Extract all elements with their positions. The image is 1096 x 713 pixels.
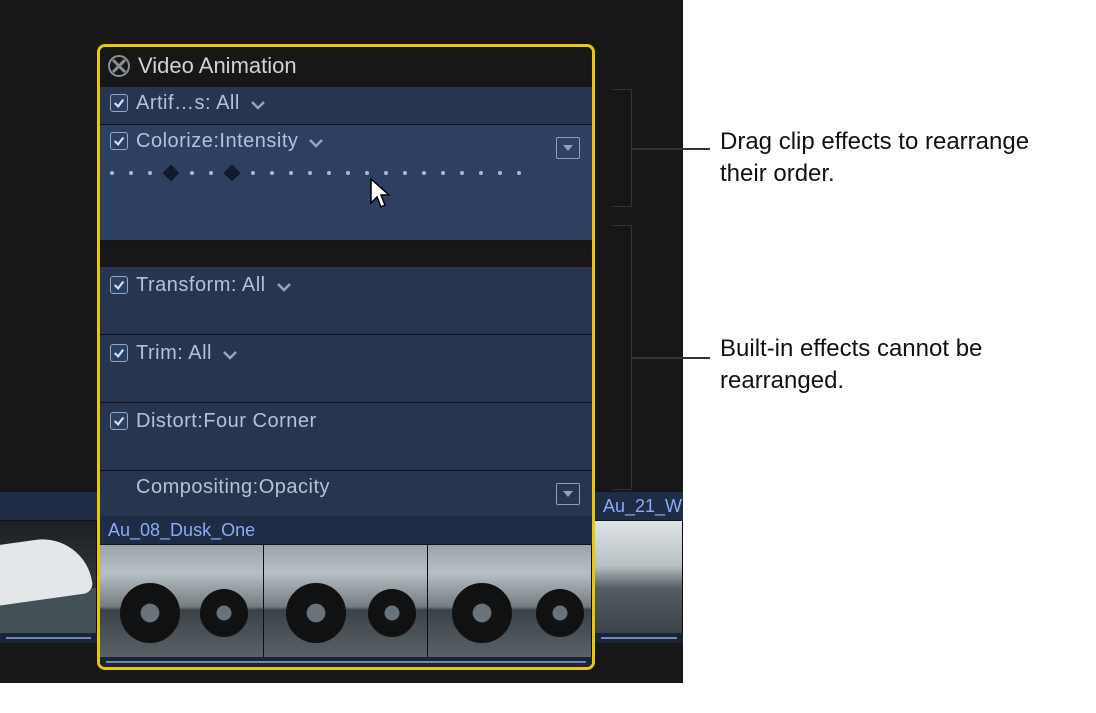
callout-bracket [612, 225, 632, 490]
checkbox[interactable] [110, 344, 128, 362]
clip-name: Au_08_Dusk_One [100, 516, 592, 545]
video-animation-panel: Video Animation Artif…s: All Colorize:In… [97, 44, 595, 670]
close-icon[interactable] [108, 55, 130, 77]
scrub-bar[interactable] [0, 633, 97, 643]
section-gap [100, 241, 592, 267]
checkbox[interactable] [110, 412, 128, 430]
callout-drag: Drag clip effects to rearrange their ord… [720, 126, 1050, 191]
effect-label: Trim: All [136, 342, 212, 365]
panel-header: Video Animation [100, 47, 592, 87]
expand-icon[interactable] [556, 483, 580, 505]
callout-leader [632, 357, 710, 359]
effect-row-transform[interactable]: Transform: All [100, 267, 592, 335]
keyframe-diamond[interactable] [163, 165, 180, 182]
clip-timeline[interactable]: Au_08_Dusk_One [100, 516, 592, 667]
checkbox[interactable] [110, 276, 128, 294]
chevron-down-icon[interactable] [308, 132, 324, 155]
checkbox[interactable] [110, 132, 128, 150]
effect-label: Compositing:Opacity [136, 476, 330, 499]
thumbnail-strip[interactable] [100, 545, 592, 657]
keyframe-track[interactable] [110, 167, 582, 179]
checkbox[interactable] [110, 94, 128, 112]
callout-leader [632, 148, 710, 150]
effect-label: Transform: All [136, 274, 266, 297]
clip-name-left [0, 492, 97, 521]
chevron-down-icon[interactable] [222, 344, 238, 367]
effect-row-distort[interactable]: Distort:Four Corner [100, 403, 592, 471]
callout-builtin: Built-in effects cannot be rearranged. [720, 333, 1050, 398]
effect-row-artif[interactable]: Artif…s: All [100, 87, 592, 125]
effect-row-trim[interactable]: Trim: All [100, 335, 592, 403]
scrub-bar[interactable] [595, 633, 683, 643]
expand-icon[interactable] [556, 137, 580, 159]
panel-title: Video Animation [138, 53, 297, 79]
callout-bracket [612, 89, 632, 207]
effect-label: Colorize:Intensity [136, 130, 298, 153]
timeline-clip-right[interactable]: Au_21_W [595, 492, 683, 645]
keyframe-diamond[interactable] [224, 165, 241, 182]
chevron-down-icon[interactable] [276, 276, 292, 299]
scrub-bar[interactable] [100, 657, 592, 667]
clip-name-right: Au_21_W [595, 492, 683, 521]
chevron-down-icon[interactable] [250, 94, 266, 117]
timeline-clip-left[interactable] [0, 492, 97, 645]
effect-label: Artif…s: All [136, 92, 240, 115]
effect-row-colorize[interactable]: Colorize:Intensity [100, 125, 592, 241]
effect-label: Distort:Four Corner [136, 410, 317, 433]
